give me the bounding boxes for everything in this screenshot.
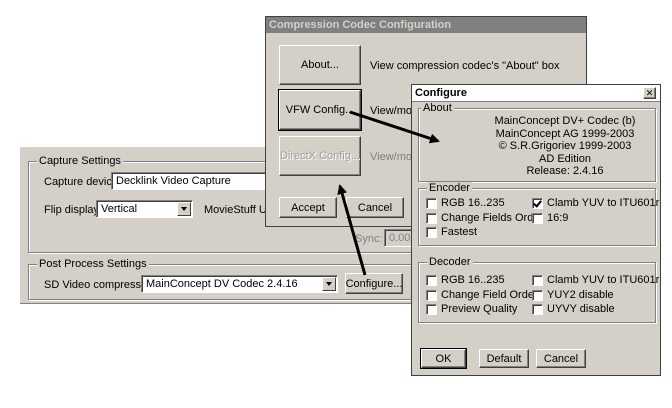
checkbox-label: 16:9	[547, 212, 569, 224]
encoder-group-title: Encoder	[427, 182, 472, 194]
close-icon: ✕	[645, 87, 654, 98]
about-line: MainConcept DV+ Codec (b)	[494, 115, 636, 127]
accept-button[interactable]: Accept	[279, 197, 337, 218]
checkbox-label: Change Field Order	[441, 289, 538, 301]
checkbox-label: YUY2 disable	[547, 289, 614, 301]
checkbox-box[interactable]	[532, 303, 543, 315]
decoder-yuy2-disable-checkbox[interactable]: YUY2 disable	[532, 289, 614, 301]
about-codec-description: View compression codec's "About" box	[370, 60, 560, 72]
flip-display-dropdown-button[interactable]	[177, 202, 191, 216]
configure-dialog: Configure ✕ About MainConcept DV+ Codec …	[411, 84, 661, 376]
sd-video-compression-combo[interactable]: MainConcept DV Codec 2.4.16	[141, 275, 338, 293]
flip-display-label: Flip display:	[44, 204, 103, 216]
close-button[interactable]: ✕	[643, 87, 656, 99]
about-lines: MainConcept DV+ Codec (b) MainConcept AG…	[479, 115, 651, 178]
codec-config-titlebar: Compression Codec Configuration	[266, 17, 586, 33]
checkmark-icon	[533, 197, 542, 208]
flip-display-combo[interactable]: Vertical	[96, 200, 193, 218]
ok-button[interactable]: OK	[420, 348, 467, 369]
checkbox-label: Fastest	[441, 226, 478, 238]
decoder-group-title: Decoder	[427, 256, 473, 268]
configure-titlebar: Configure	[412, 85, 660, 102]
checkbox-box[interactable]	[532, 212, 543, 224]
sync-label: Sync:	[355, 233, 383, 245]
sd-video-compression-dropdown-button[interactable]	[322, 277, 336, 291]
decoder-uyvy-disable-checkbox[interactable]: UYVY disable	[532, 303, 615, 315]
checkbox-box[interactable]	[426, 226, 437, 238]
default-button[interactable]: Default	[479, 349, 529, 368]
about-line: AD Edition	[539, 152, 591, 165]
checkbox-label: RGB 16..235	[441, 197, 505, 209]
about-line: Release: 2.4.16	[526, 165, 604, 177]
vfw-config-button[interactable]: VFW Config...	[278, 89, 362, 131]
chevron-down-icon	[326, 282, 332, 286]
encoder-16-9-checkbox[interactable]: 16:9	[532, 212, 568, 224]
checkbox-label: Clamb YUV to ITU601r	[547, 274, 660, 286]
checkbox-box[interactable]	[532, 289, 543, 301]
encoder-fastest-checkbox[interactable]: Fastest	[426, 226, 477, 238]
checkbox-label: UYVY disable	[547, 303, 615, 315]
checkbox-label: RGB 16..235	[441, 274, 505, 286]
capture-device-value: Decklink Video Capture	[116, 175, 231, 187]
encoder-clamb-yuv-checkbox[interactable]: Clamb YUV to ITU601r	[532, 197, 659, 209]
decoder-clamb-yuv-checkbox[interactable]: Clamb YUV to ITU601r	[532, 274, 659, 286]
decoder-change-field-order-checkbox[interactable]: Change Field Order	[426, 289, 538, 301]
checkbox-label: Change Fields Order	[441, 212, 544, 224]
sd-video-compression-value: MainConcept DV Codec 2.4.16	[146, 278, 298, 290]
post-process-title: Post Process Settings	[37, 258, 149, 270]
chevron-down-icon	[181, 207, 187, 211]
decoder-preview-quality-checkbox[interactable]: Preview Quality	[426, 303, 517, 315]
checkbox-box[interactable]	[426, 212, 437, 224]
configure-button[interactable]: Configure...	[345, 273, 403, 294]
about-codec-button[interactable]: About...	[279, 45, 361, 85]
about-group-title: About	[421, 102, 454, 114]
checkbox-label: Preview Quality	[441, 303, 518, 315]
about-group: About MainConcept DV+ Codec (b) MainConc…	[418, 102, 656, 182]
configure-title: Configure	[415, 87, 467, 99]
capture-settings-title: Capture Settings	[37, 155, 123, 167]
decoder-rgb-checkbox[interactable]: RGB 16..235	[426, 274, 505, 286]
flip-display-value: Vertical	[101, 203, 138, 215]
sync-value: 0.00	[389, 232, 411, 244]
checkbox-box[interactable]	[426, 303, 437, 315]
capture-device-label: Capture device:	[44, 176, 122, 188]
about-line: © S.R.Grigoriev 1999-2003	[498, 140, 632, 152]
directx-config-button: DirectX Config...	[279, 136, 361, 176]
encoder-rgb-checkbox[interactable]: RGB 16..235	[426, 197, 505, 209]
checkbox-box[interactable]	[532, 274, 543, 286]
checkbox-label: Clamb YUV to ITU601r	[547, 197, 660, 209]
configure-cancel-button[interactable]: Cancel	[536, 349, 586, 368]
about-line: MainConcept AG 1999-2003	[495, 127, 635, 140]
encoder-change-fields-order-checkbox[interactable]: Change Fields Order	[426, 212, 543, 224]
codec-cancel-button[interactable]: Cancel	[346, 197, 404, 218]
checkbox-box[interactable]	[426, 289, 437, 301]
checkbox-box[interactable]	[532, 197, 543, 209]
checkbox-box[interactable]	[426, 197, 437, 209]
checkbox-box[interactable]	[426, 274, 437, 286]
